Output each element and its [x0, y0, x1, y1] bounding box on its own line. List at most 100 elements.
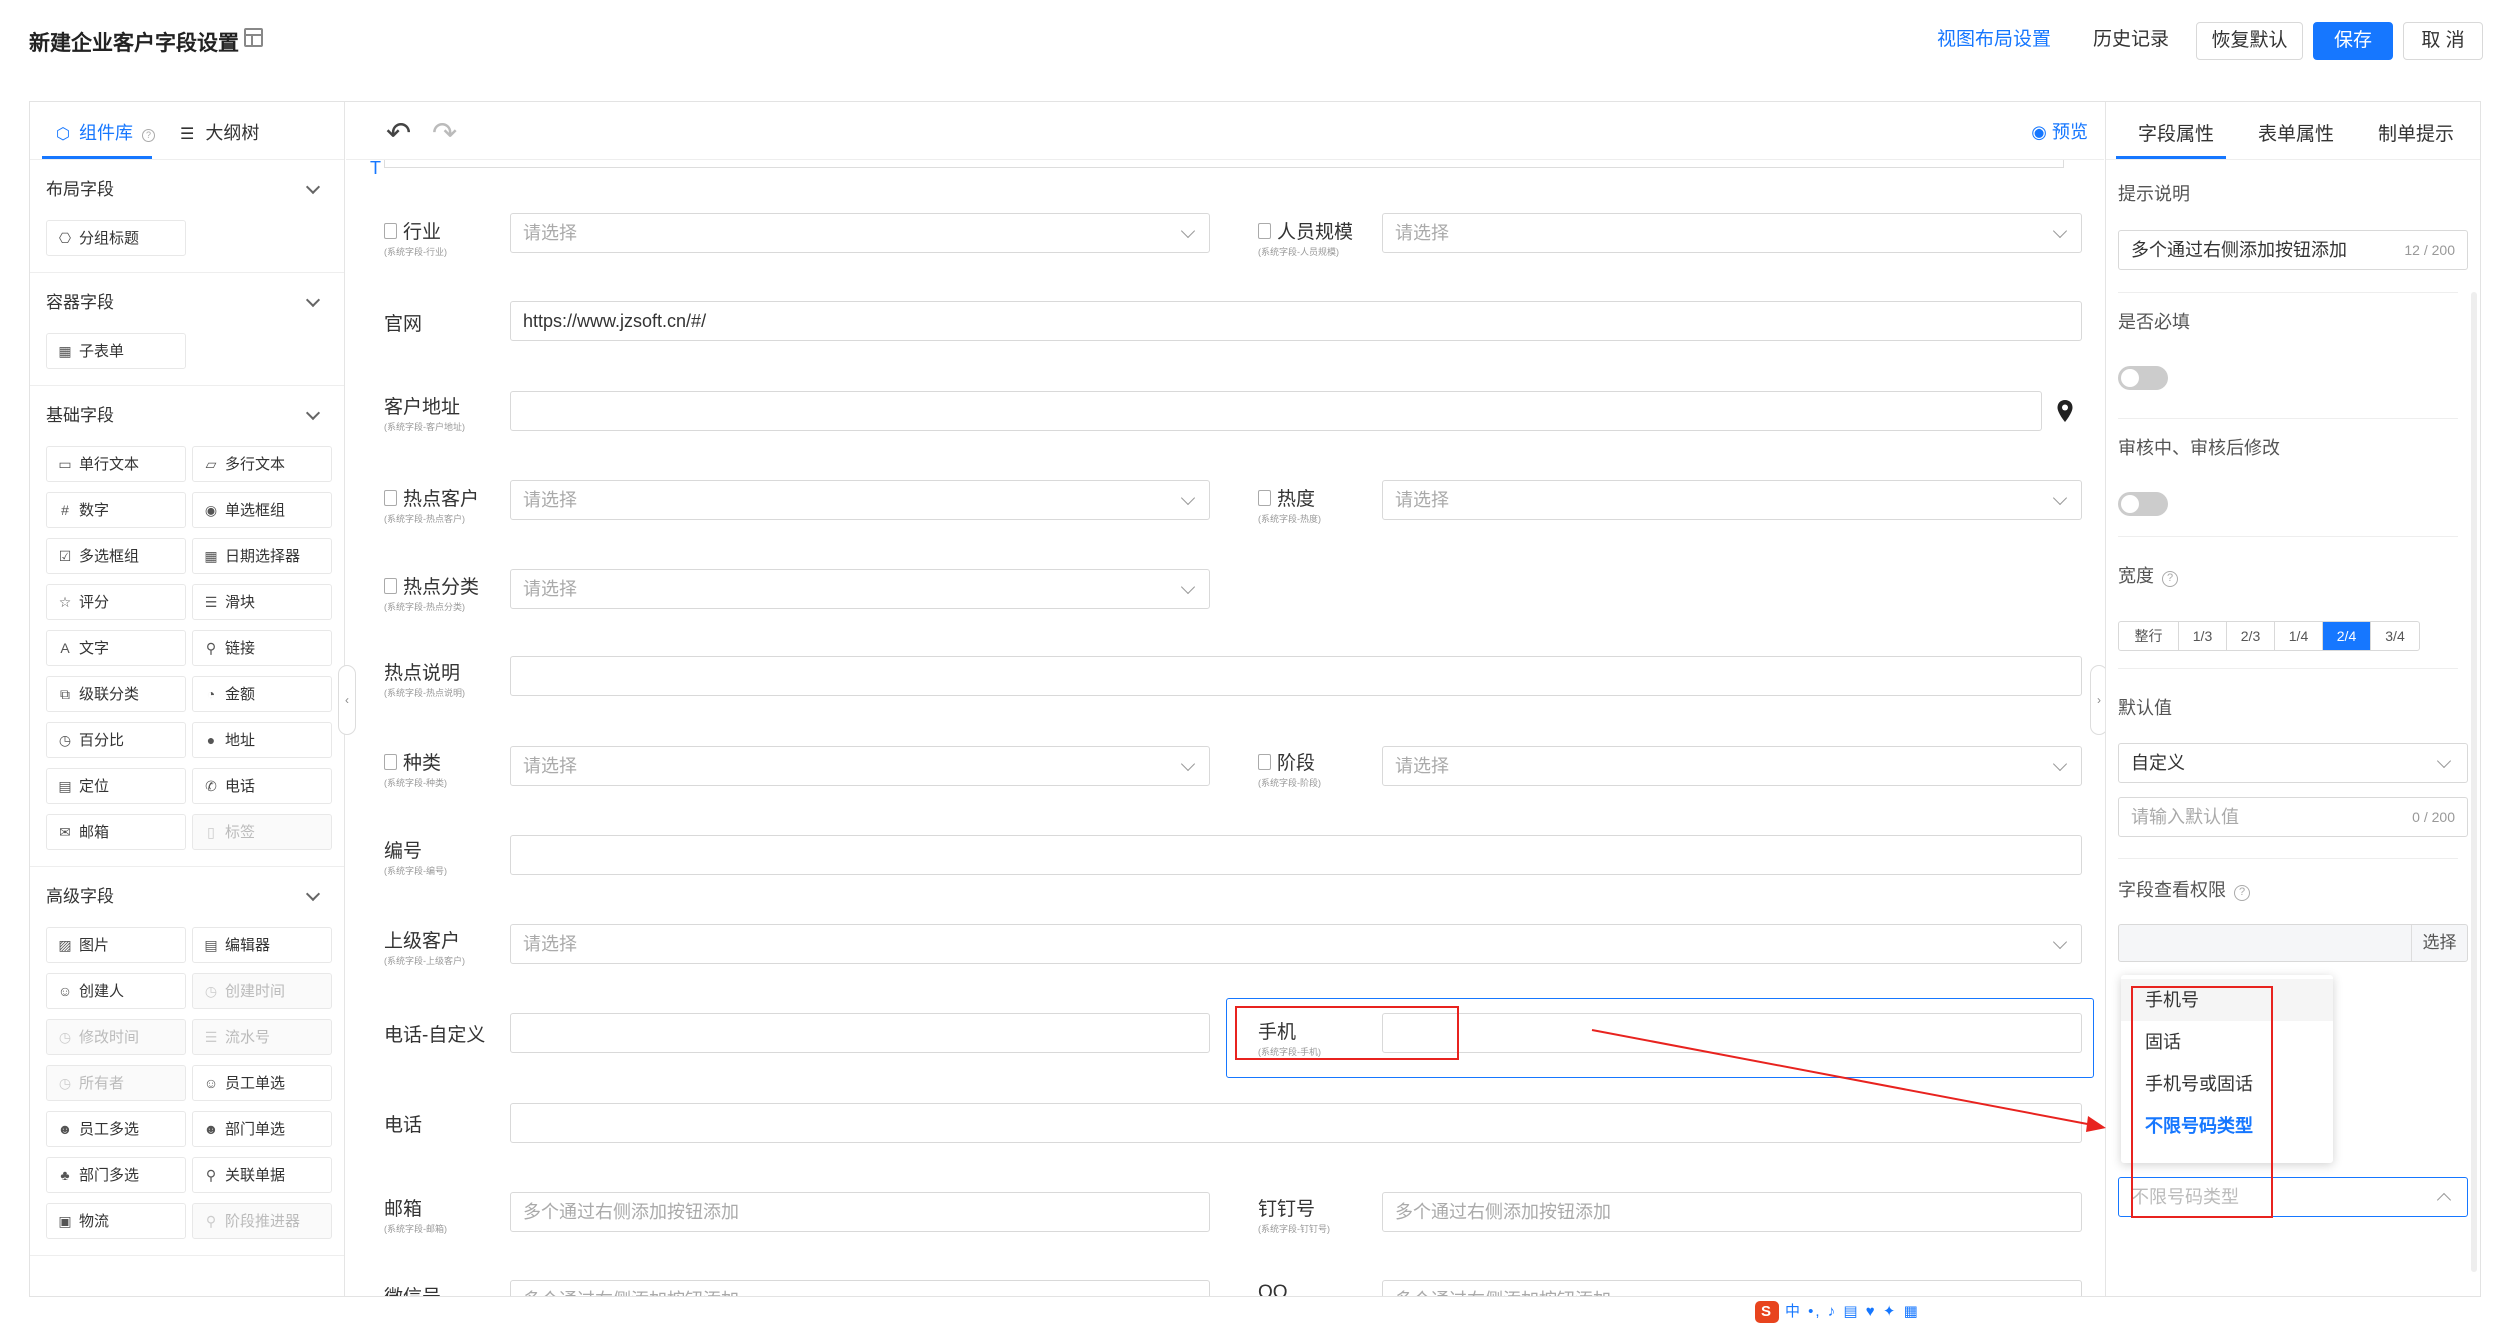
component-item[interactable]: ▤ 编辑器 — [192, 927, 332, 963]
component-item[interactable]: A 文字 — [46, 630, 186, 666]
redo-icon[interactable]: ↷ — [432, 116, 457, 151]
hot-category-label: 热点分类 (系统字段-热点分类) — [384, 577, 480, 612]
component-item[interactable]: ◔ 金额 — [192, 676, 332, 712]
layout-icon[interactable] — [244, 28, 263, 47]
tab-field-properties[interactable]: 字段属性 — [2138, 119, 2214, 146]
code-input[interactable] — [510, 835, 2082, 875]
component-label: 图片 — [79, 937, 110, 954]
component-item[interactable]: ☑ 多选框组 — [46, 538, 186, 574]
stage-select[interactable]: 请选择 — [1382, 746, 2082, 786]
right-tabs: 字段属性 表单属性 制单提示 — [2106, 102, 2480, 160]
component-item[interactable]: ▤ 定位 — [46, 768, 186, 804]
width-option[interactable]: 2/4 — [2323, 622, 2371, 650]
restore-default-button[interactable]: 恢复默认 — [2196, 22, 2303, 60]
divider — [2118, 292, 2458, 293]
undo-icon[interactable]: ↶ — [386, 116, 411, 151]
dingtalk-input[interactable]: 多个通过右侧添加按钮添加 — [1382, 1192, 2082, 1232]
section-header[interactable]: 基础字段 — [30, 386, 344, 446]
component-item[interactable]: ☺ 员工单选 — [192, 1065, 332, 1101]
phone-input[interactable] — [510, 1103, 2082, 1143]
component-item: ◷ 创建时间 — [192, 973, 332, 1009]
default-value-input[interactable]: 请输入默认值 0 / 200 — [2118, 797, 2468, 837]
component-label: 所有者 — [79, 1075, 125, 1092]
component-item[interactable]: ▣ 物流 — [46, 1203, 186, 1239]
component-grid: ⎔ 分组标题 — [30, 220, 344, 256]
width-option[interactable]: 整行 — [2119, 622, 2179, 650]
hot-category-select[interactable]: 请选择 — [510, 569, 1210, 609]
component-library-panel: ⬡ 组件库 ? ☰ 大纲树 布局字段 ⎔ 分组标题容器字段 ▦ 子表单基础字段 ▭ 单行文本… — [30, 102, 345, 1296]
kind-select[interactable]: 请选择 — [510, 746, 1210, 786]
tab-component-library[interactable]: ⬡ 组件库 ? — [56, 119, 155, 145]
hint-input[interactable]: 多个通过右侧添加按钮添加 12 / 200 — [2118, 230, 2468, 270]
width-option[interactable]: 1/4 — [2275, 622, 2323, 650]
select-permission-button[interactable]: 选择 — [2411, 925, 2467, 961]
heat-select[interactable]: 请选择 — [1382, 480, 2082, 520]
width-option[interactable]: 3/4 — [2371, 622, 2419, 650]
view-permission-input[interactable]: 选择 — [2118, 924, 2468, 962]
component-item[interactable]: ⚲ 关联单据 — [192, 1157, 332, 1193]
industry-select[interactable]: 请选择 — [510, 213, 1210, 253]
component-item[interactable]: ◷ 百分比 — [46, 722, 186, 758]
parent-select[interactable]: 请选择 — [510, 924, 2082, 964]
width-option[interactable]: 2/3 — [2227, 622, 2275, 650]
checkbox-icon: ☑ — [58, 548, 72, 564]
component-item[interactable]: ☻ 员工多选 — [46, 1111, 186, 1147]
component-item[interactable]: ⚲ 链接 — [192, 630, 332, 666]
component-item[interactable]: ✉ 邮箱 — [46, 814, 186, 850]
section-header[interactable]: 容器字段 — [30, 273, 344, 333]
component-item[interactable]: ☺ 创建人 — [46, 973, 186, 1009]
preview-button[interactable]: ◉ 预览 — [2031, 118, 2088, 144]
single-line-icon: ▭ — [58, 456, 72, 472]
section-header[interactable]: 高级字段 — [30, 867, 344, 927]
hot-desc-input[interactable] — [510, 656, 2082, 696]
component-item[interactable]: ▦ 日期选择器 — [192, 538, 332, 574]
qq-input[interactable]: 多个通过右侧添加按钮添加 — [1382, 1280, 2082, 1296]
email-input[interactable]: 多个通过右侧添加按钮添加 — [510, 1192, 1210, 1232]
required-toggle[interactable] — [2118, 366, 2168, 390]
mobile-input[interactable] — [1382, 1013, 2082, 1053]
location-icon: ▤ — [58, 778, 72, 794]
scrollbar[interactable] — [2471, 292, 2477, 1272]
component-item[interactable]: ♣ 部门多选 — [46, 1157, 186, 1193]
component-item[interactable]: # 数字 — [46, 492, 186, 528]
layout-settings-link[interactable]: 视图布局设置 — [1937, 22, 2051, 60]
ime-toolbar[interactable]: S中 •, ♪ ▤ ♥ ✦ ▦ — [1755, 1300, 1920, 1326]
component-item[interactable]: ● 地址 — [192, 722, 332, 758]
component-item[interactable]: ▱ 多行文本 — [192, 446, 332, 482]
tab-form-properties[interactable]: 表单属性 — [2258, 119, 2334, 146]
phone-custom-input[interactable] — [510, 1013, 1210, 1053]
chevron-down-icon — [305, 179, 321, 195]
review-edit-toggle[interactable] — [2118, 492, 2168, 516]
component-item[interactable]: ▦ 子表单 — [46, 333, 186, 369]
component-item[interactable]: ◉ 单选框组 — [192, 492, 332, 528]
component-label: 地址 — [225, 732, 256, 749]
component-item[interactable]: ✆ 电话 — [192, 768, 332, 804]
doc-icon — [384, 578, 397, 594]
chevron-down-icon — [1180, 223, 1196, 239]
wechat-input[interactable]: 多个通过右侧添加按钮添加 — [510, 1280, 1210, 1296]
component-item: ☰ 流水号 — [192, 1019, 332, 1055]
default-mode-select[interactable]: 自定义 — [2118, 743, 2468, 783]
save-button[interactable]: 保存 — [2313, 22, 2393, 60]
tab-outline-tree[interactable]: ☰ 大纲树 — [180, 119, 259, 145]
component-item[interactable]: ⎔ 分组标题 — [46, 220, 186, 256]
doc-icon — [1258, 490, 1271, 506]
map-pin-icon[interactable] — [2056, 399, 2074, 423]
website-input[interactable]: https://www.jzsoft.cn/#/ — [510, 301, 2082, 341]
tab-form-tips[interactable]: 制单提示 — [2378, 119, 2454, 146]
component-item[interactable]: ☰ 滑块 — [192, 584, 332, 620]
component-item[interactable]: ▨ 图片 — [46, 927, 186, 963]
hot-customer-select[interactable]: 请选择 — [510, 480, 1210, 520]
section-header[interactable]: 布局字段 — [30, 160, 344, 220]
width-option[interactable]: 1/3 — [2179, 622, 2227, 650]
component-item[interactable]: ☆ 评分 — [46, 584, 186, 620]
address-input[interactable] — [510, 391, 2042, 431]
staff-size-select[interactable]: 请选择 — [1382, 213, 2082, 253]
component-item[interactable]: ▭ 单行文本 — [46, 446, 186, 482]
history-link[interactable]: 历史记录 — [2093, 22, 2169, 60]
component-item[interactable]: ☻ 部门单选 — [192, 1111, 332, 1147]
component-item[interactable]: ⧉ 级联分类 — [46, 676, 186, 712]
component-item: ◷ 修改时间 — [46, 1019, 186, 1055]
collapse-left-handle[interactable]: ‹ — [338, 665, 356, 735]
cancel-button[interactable]: 取 消 — [2403, 22, 2483, 60]
